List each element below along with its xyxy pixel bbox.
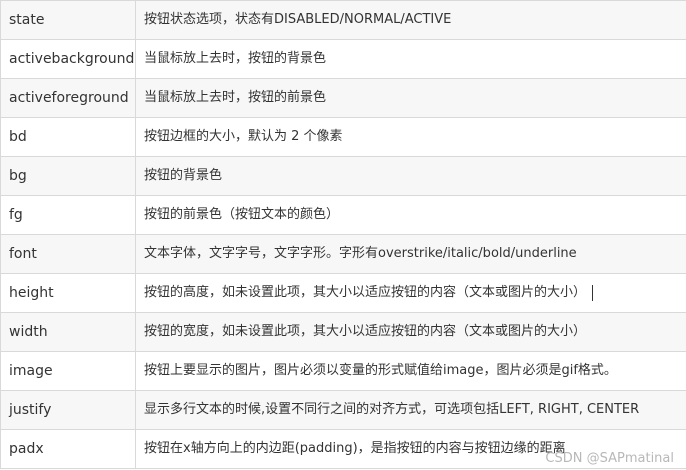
table-row: width 按钮的宽度，如未设置此项，其大小以适应按钮的内容（文本或图片的大小） [0,312,686,352]
param-description: 按钮状态选项，状态有DISABLED/NORMAL/ACTIVE [135,0,686,40]
param-description: 按钮边框的大小，默认为 2 个像素 [135,117,686,157]
param-description: 当鼠标放上去时，按钮的背景色 [135,39,686,79]
param-name: width [0,312,136,352]
param-description: 文本字体，文字字号，文字字形。字形有overstrike/italic/bold… [135,234,686,274]
param-description: 当鼠标放上去时，按钮的前景色 [135,78,686,118]
param-description: 按钮的前景色（按钮文本的颜色） [135,195,686,235]
param-name: activeforeground [0,78,136,118]
param-name: fg [0,195,136,235]
parameter-table-body: state 按钮状态选项，状态有DISABLED/NORMAL/ACTIVE a… [0,0,686,469]
param-name: image [0,351,136,391]
table-row: activebackground 当鼠标放上去时，按钮的背景色 [0,39,686,79]
table-row: bg 按钮的背景色 [0,156,686,196]
param-name: padx [0,429,136,469]
param-description: 按钮上要显示的图片，图片必须以变量的形式赋值给image，图片必须是gif格式。 [135,351,686,391]
param-description: 显示多行文本的时候,设置不同行之间的对齐方式，可选项包括LEFT, RIGHT,… [135,390,686,430]
table-row: padx 按钮在x轴方向上的内边距(padding)，是指按钮的内容与按钮边缘的… [0,429,686,469]
param-description-cell: 按钮的高度，如未设置此项，其大小以适应按钮的内容（文本或图片的大小） [135,273,686,313]
param-description: 按钮的宽度，如未设置此项，其大小以适应按钮的内容（文本或图片的大小） [135,312,686,352]
table-row: height 按钮的高度，如未设置此项，其大小以适应按钮的内容（文本或图片的大小… [0,273,686,313]
param-name: bg [0,156,136,196]
parameter-table: state 按钮状态选项，状态有DISABLED/NORMAL/ACTIVE a… [0,0,686,469]
param-name: state [0,0,136,40]
table-row: image 按钮上要显示的图片，图片必须以变量的形式赋值给image，图片必须是… [0,351,686,391]
param-name: bd [0,117,136,157]
param-name: justify [0,390,136,430]
param-description: 按钮的高度，如未设置此项，其大小以适应按钮的内容（文本或图片的大小） [144,285,587,300]
table-row: fg 按钮的前景色（按钮文本的颜色） [0,195,686,235]
param-name: height [0,273,136,313]
param-description: 按钮在x轴方向上的内边距(padding)，是指按钮的内容与按钮边缘的距离 [135,429,686,469]
table-row: font 文本字体，文字字号，文字字形。字形有overstrike/italic… [0,234,686,274]
param-name: activebackground [0,39,136,79]
table-row: state 按钮状态选项，状态有DISABLED/NORMAL/ACTIVE [0,0,686,40]
table-row: bd 按钮边框的大小，默认为 2 个像素 [0,117,686,157]
table-row: justify 显示多行文本的时候,设置不同行之间的对齐方式，可选项包括LEFT… [0,390,686,430]
table-row: activeforeground 当鼠标放上去时，按钮的前景色 [0,78,686,118]
param-name: font [0,234,136,274]
param-description: 按钮的背景色 [135,156,686,196]
text-cursor [592,284,594,301]
